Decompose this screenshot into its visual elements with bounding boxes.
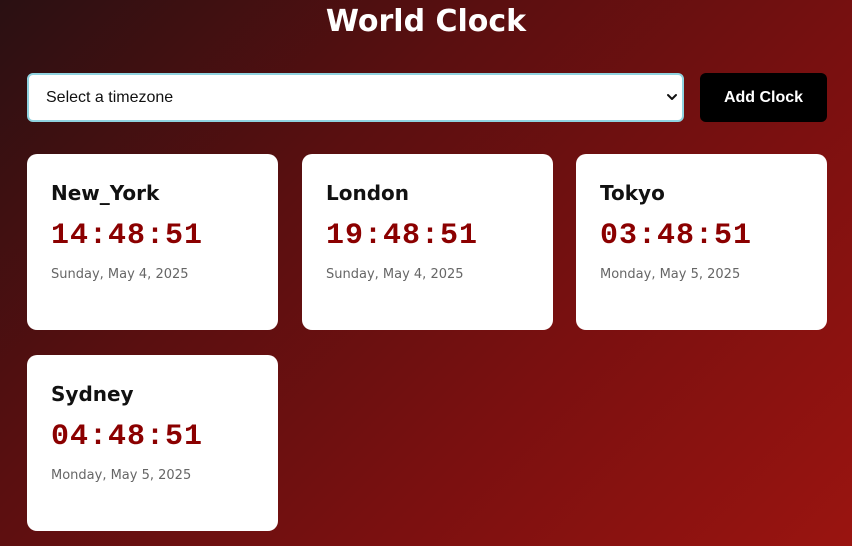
clock-city: London xyxy=(326,181,410,205)
clock-time: 03:48:51 xyxy=(600,219,753,253)
add-clock-button[interactable]: Add Clock xyxy=(700,73,827,122)
clock-date: Monday, May 5, 2025 xyxy=(600,267,741,282)
timezone-select-value: Select a timezone xyxy=(46,89,174,106)
clock-card: London 19:48:51 Sunday, May 4, 2025 xyxy=(302,154,553,330)
clock-card: Tokyo 03:48:51 Monday, May 5, 2025 xyxy=(576,154,827,330)
clock-date: Sunday, May 4, 2025 xyxy=(51,267,189,282)
page-title: World Clock xyxy=(325,4,527,39)
clock-time: 19:48:51 xyxy=(326,219,479,253)
clock-card: Sydney 04:48:51 Monday, May 5, 2025 xyxy=(27,355,278,531)
clock-time: 14:48:51 xyxy=(51,219,204,253)
clock-city: Tokyo xyxy=(600,181,665,205)
clock-date: Sunday, May 4, 2025 xyxy=(326,267,464,282)
clock-controls: Select a timezone Add Clock xyxy=(27,73,827,123)
clock-date: Monday, May 5, 2025 xyxy=(51,468,192,483)
clock-city: Sydney xyxy=(51,382,134,406)
clock-time: 04:48:51 xyxy=(51,420,204,454)
chevron-down-icon xyxy=(667,94,677,100)
clock-city: New_York xyxy=(51,181,160,205)
timezone-select[interactable]: Select a timezone xyxy=(27,73,684,122)
clock-card: New_York 14:48:51 Sunday, May 4, 2025 xyxy=(27,154,278,330)
